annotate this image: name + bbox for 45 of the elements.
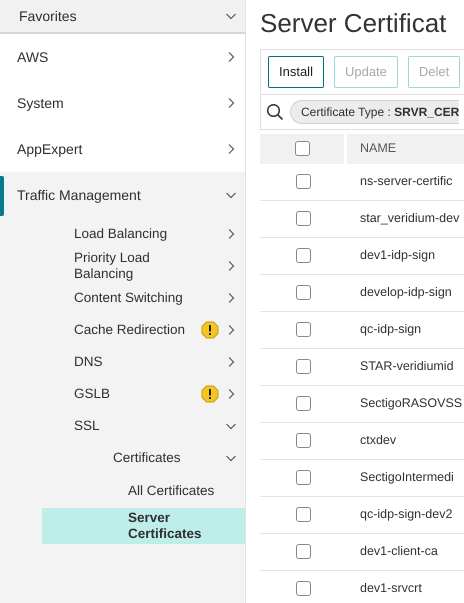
- nav-item[interactable]: Priority Load Balancing: [74, 250, 199, 282]
- table-cell-text: STAR-veridiumid: [359, 358, 454, 376]
- table-cell-text: dev1-idp-sign: [359, 247, 436, 264]
- row-checkbox[interactable]: [296, 359, 311, 374]
- page-title: Server Certificat: [260, 8, 448, 40]
- nav-section[interactable]: Traffic Management: [17, 184, 141, 206]
- table-cell-text: dev1-srvcrt: [359, 580, 422, 598]
- row-checkbox[interactable]: [296, 174, 311, 190]
- table-cell-text: qc-idp-sign-dev2: [359, 506, 452, 524]
- favorites-label: Favorites: [19, 6, 77, 26]
- table-cell-text: ns-server-certific: [359, 173, 452, 190]
- table-cell-text: qc-idp-sign: [359, 321, 422, 338]
- nav-section[interactable]: System: [17, 92, 64, 114]
- row-checkbox[interactable]: [296, 396, 311, 412]
- nav-item[interactable]: DNS: [74, 354, 103, 370]
- table-cell-text: dev1-client-ca: [359, 543, 438, 560]
- row-checkbox[interactable]: [296, 470, 311, 486]
- row-checkbox[interactable]: [296, 285, 311, 300]
- nav-item[interactable]: Load Balancing: [74, 226, 168, 242]
- select-all-checkbox[interactable]: [294, 141, 310, 156]
- table-cell-text: SectigoRASOVSS: [359, 395, 462, 412]
- nav-item[interactable]: Content Switching: [74, 290, 183, 306]
- row-checkbox[interactable]: [296, 544, 311, 560]
- nav-item[interactable]: GSLB: [74, 386, 110, 402]
- nav-item[interactable]: SSL: [74, 418, 100, 434]
- row-checkbox[interactable]: [296, 507, 311, 522]
- row-checkbox[interactable]: [296, 322, 311, 338]
- table-cell-text: ctxdev: [359, 432, 396, 450]
- nav-item[interactable]: Cache Redirection: [74, 322, 186, 338]
- nav-item[interactable]: All Certificates: [0, 474, 245, 508]
- nav-section[interactable]: AWS: [17, 46, 48, 68]
- table-cell-text: develop-idp-sign: [359, 284, 452, 302]
- filter-chip[interactable]: Certificate Type : SRVR_CER: [290, 100, 460, 124]
- search-icon[interactable]: [266, 102, 284, 121]
- table-cell-text: SectigoIntermedi: [359, 469, 454, 486]
- nav-section[interactable]: AppExpert: [17, 138, 82, 160]
- row-checkbox[interactable]: [296, 433, 311, 448]
- row-checkbox[interactable]: [296, 211, 311, 226]
- row-checkbox[interactable]: [296, 581, 311, 596]
- nav-item[interactable]: Server Certificates: [42, 508, 245, 544]
- nav-item[interactable]: Certificates: [113, 450, 181, 466]
- table-cell-text: star_veridium-dev: [359, 210, 460, 228]
- toolbar-button[interactable]: Install: [268, 56, 324, 88]
- column-header[interactable]: NAME: [347, 134, 464, 164]
- row-checkbox[interactable]: [296, 248, 311, 264]
